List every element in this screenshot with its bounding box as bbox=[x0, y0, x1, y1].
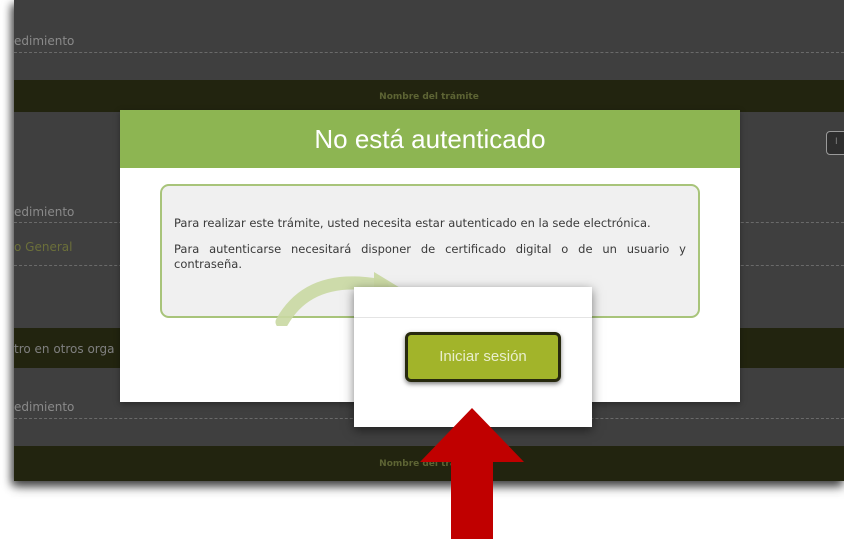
login-button[interactable]: Iniciar sesión bbox=[405, 332, 561, 382]
bg-row-link: o General bbox=[14, 240, 73, 254]
bg-row-label: edimiento bbox=[14, 400, 75, 414]
bg-section-title: tro en otros orga bbox=[14, 342, 115, 356]
bg-row-label: edimiento bbox=[14, 205, 75, 219]
bg-row-label: edimiento bbox=[14, 34, 75, 48]
red-up-arrow-icon bbox=[420, 408, 524, 539]
modal-title: No está autenticado bbox=[120, 110, 740, 168]
bg-table-header-title: Nombre del trámite bbox=[379, 92, 479, 102]
callout-divider bbox=[354, 317, 592, 318]
bg-table-header: Nombre del trámite bbox=[14, 80, 844, 112]
message-text: Para realizar este trámite, usted necesi… bbox=[174, 216, 651, 230]
message-text: Para autenticarse necesitará disponer de… bbox=[174, 242, 686, 271]
bg-button-fragment: I bbox=[826, 131, 844, 155]
bg-divider bbox=[14, 52, 844, 53]
login-callout: Iniciar sesión bbox=[354, 287, 592, 427]
